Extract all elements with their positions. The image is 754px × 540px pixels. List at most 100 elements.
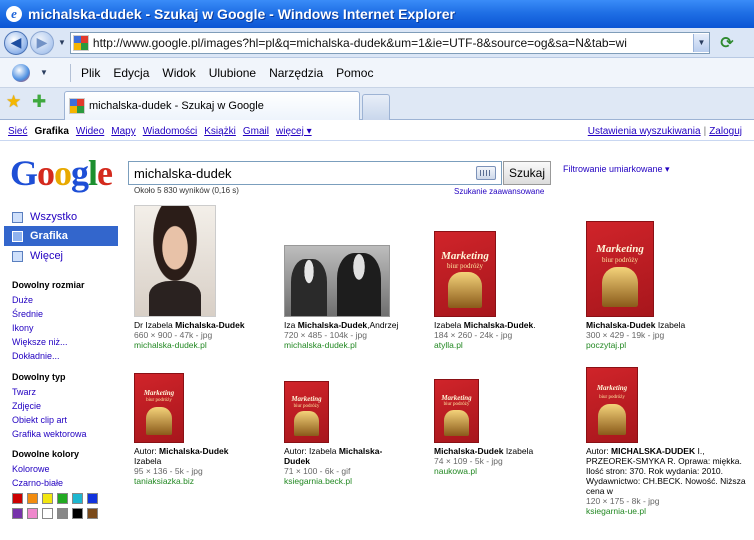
result-source[interactable]: michalska-dudek.pl <box>284 340 434 351</box>
google-top-bar: Sieć Grafika Wideo Mapy Wiadomości Książ… <box>0 123 754 141</box>
color-swatch[interactable] <box>87 493 98 504</box>
result-thumbnail-book-cover[interactable]: Marketing biur podróży <box>434 379 479 443</box>
filter-sidebar: Wszystko Grafika Więcej Dowolny rozmiar … <box>0 205 124 540</box>
favorites-star-icon[interactable]: ★ <box>6 92 21 112</box>
back-button[interactable]: ◀ <box>4 30 28 55</box>
color-swatch[interactable] <box>87 508 98 519</box>
window-title: michalska-dudek - Szukaj w Google - Wind… <box>28 6 455 22</box>
refresh-icon[interactable]: ⟳ <box>716 32 738 54</box>
result-caption[interactable]: Iza Michalska-Dudek,Andrzej <box>284 320 434 330</box>
gbar-separator: | <box>703 126 707 137</box>
result-thumbnail-book-cover[interactable]: Marketing biur podróży <box>434 231 496 317</box>
gbar-link-more[interactable]: więcej ▾ <box>276 126 312 137</box>
all-results-icon <box>12 211 23 223</box>
result-thumbnail-book-cover[interactable]: Marketing biur podróży <box>134 373 184 443</box>
gbar-link-gmail[interactable]: Gmail <box>243 126 269 137</box>
color-swatch[interactable] <box>12 508 23 519</box>
result-thumbnail-book-cover[interactable]: Marketing biur podróży <box>586 221 654 317</box>
windows-live-icon[interactable] <box>12 63 30 82</box>
color-swatch[interactable] <box>57 508 68 519</box>
menu-separator <box>70 63 71 82</box>
color-bw-link[interactable]: Czarno-białe <box>12 478 63 488</box>
advanced-search-link[interactable]: Szukanie zaawansowane <box>454 187 544 196</box>
new-tab-button[interactable] <box>362 94 390 120</box>
result-thumbnail-family-photo[interactable] <box>284 245 390 317</box>
menu-edit[interactable]: Edycja <box>113 66 149 80</box>
result-caption[interactable]: Michalska-Dudek Izabela <box>434 446 584 456</box>
result-thumbnail-book-cover[interactable]: Marketing biur podróży <box>586 367 638 443</box>
result-meta: 184 × 260 - 24k - jpg <box>434 330 513 340</box>
color-swatch[interactable] <box>72 508 83 519</box>
color-swatch[interactable] <box>42 508 53 519</box>
color-heading: Dowolne kolory <box>12 449 80 459</box>
color-swatch[interactable] <box>57 493 68 504</box>
menu-help[interactable]: Pomoc <box>336 66 373 80</box>
tab-google-search[interactable]: michalska-dudek - Szukaj w Google <box>64 91 360 120</box>
add-favorite-icon[interactable]: ✚ <box>32 92 46 112</box>
address-bar: ◀ ▶ ▼ http://www.google.pl/images?hl=pl&… <box>0 28 754 58</box>
more-dropdown-icon <box>12 250 23 262</box>
gbar-link-news[interactable]: Wiadomości <box>143 126 197 137</box>
virtual-keyboard-icon[interactable] <box>476 166 496 180</box>
type-face-link[interactable]: Twarz <box>12 387 36 397</box>
result-caption[interactable]: Dr Izabela Michalska-Dudek <box>134 320 284 330</box>
result-source[interactable]: taniaksiazka.biz <box>134 476 284 487</box>
result-source[interactable]: michalska-dudek.pl <box>134 340 284 351</box>
color-swatch[interactable] <box>12 493 23 504</box>
search-button[interactable]: Szukaj <box>503 161 551 185</box>
size-medium-link[interactable]: Średnie <box>12 309 43 319</box>
login-link[interactable]: Zaloguj <box>709 126 742 137</box>
gbar-link-maps[interactable]: Mapy <box>111 126 135 137</box>
size-icon-link[interactable]: Ikony <box>12 323 34 333</box>
result-source[interactable]: poczytaj.pl <box>586 340 736 351</box>
gbar-link-books[interactable]: Książki <box>204 126 236 137</box>
tab-bar: ★ ✚ michalska-dudek - Szukaj w Google <box>0 88 754 120</box>
type-vector-link[interactable]: Grafika wektorowa <box>12 429 87 439</box>
forward-arrow-icon: ▶ <box>36 34 48 50</box>
url-text: http://www.google.pl/images?hl=pl&q=mich… <box>92 35 627 50</box>
type-heading: Dowolny typ <box>12 372 66 382</box>
url-field[interactable]: http://www.google.pl/images?hl=pl&q=mich… <box>69 31 710 54</box>
color-full-link[interactable]: Kolorowe <box>12 464 50 474</box>
search-input[interactable] <box>128 161 502 185</box>
forward-button[interactable]: ▶ <box>30 30 54 55</box>
result-meta: 95 × 136 - 5k - jpg <box>134 466 203 476</box>
result-caption[interactable]: Autor: Michalska-Dudek Izabela <box>134 446 249 466</box>
result-meta: 720 × 485 - 104k - jpg <box>284 330 367 340</box>
menu-view[interactable]: Widok <box>162 66 195 80</box>
type-clipart-link[interactable]: Obiekt clip art <box>12 415 67 425</box>
sidebar-item-all[interactable]: Wszystko <box>4 207 118 227</box>
menu-file[interactable]: Plik <box>81 66 100 80</box>
color-swatch[interactable] <box>72 493 83 504</box>
url-dropdown-icon[interactable]: ▼ <box>692 33 709 52</box>
result-thumbnail-book-cover[interactable]: Marketing biur podróży <box>284 381 329 443</box>
size-exact-link[interactable]: Dokładnie... <box>12 351 60 361</box>
color-swatch[interactable] <box>27 508 38 519</box>
size-larger-than-link[interactable]: Większe niż... <box>12 337 68 347</box>
results-count: Około 5 830 wyników (0,16 s) <box>134 186 239 195</box>
history-dropdown-icon[interactable]: ▼ <box>58 38 66 47</box>
menu-tools[interactable]: Narzędzia <box>269 66 323 80</box>
result-caption[interactable]: Autor: MICHALSKA-DUDEK I., PRZEOREK-SMYK… <box>586 446 746 496</box>
gbar-link-video[interactable]: Wideo <box>76 126 104 137</box>
result-caption[interactable]: Izabela Michalska-Dudek. <box>434 320 584 330</box>
result-caption[interactable]: Autor: Izabela Michalska-Dudek <box>284 446 399 466</box>
search-settings-link[interactable]: Ustawienia wyszukiwania <box>588 126 701 137</box>
type-photo-link[interactable]: Zdjęcie <box>12 401 41 411</box>
toolbar-dropdown-icon[interactable]: ▼ <box>40 68 48 77</box>
image-result: Iza Michalska-Dudek,Andrzej 720 × 485 - … <box>284 205 434 351</box>
result-source[interactable]: ksiegarnia-ue.pl <box>586 506 746 517</box>
result-caption[interactable]: Michalska-Dudek Izabela <box>586 320 736 330</box>
result-source[interactable]: atylla.pl <box>434 340 584 351</box>
safesearch-dropdown[interactable]: Filtrowanie umiarkowane ▾ <box>563 164 670 175</box>
gbar-link-web[interactable]: Sieć <box>8 126 27 137</box>
size-large-link[interactable]: Duże <box>12 295 33 305</box>
menu-favorites[interactable]: Ulubione <box>209 66 256 80</box>
sidebar-item-more[interactable]: Więcej <box>4 246 118 266</box>
result-source[interactable]: ksiegarnia.beck.pl <box>284 476 434 487</box>
result-source[interactable]: naukowa.pl <box>434 466 584 477</box>
color-swatch[interactable] <box>27 493 38 504</box>
color-swatch[interactable] <box>42 493 53 504</box>
result-thumbnail-portrait[interactable] <box>134 205 216 317</box>
google-logo[interactable]: Google <box>10 152 113 194</box>
